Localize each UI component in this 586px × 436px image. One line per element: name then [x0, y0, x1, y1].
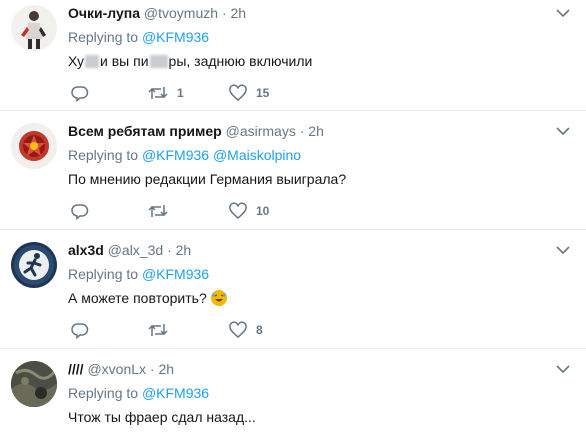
- separator-dot: ·: [299, 123, 305, 139]
- chevron-down-icon[interactable]: [556, 364, 570, 374]
- avatar[interactable]: [11, 242, 57, 288]
- user-handle[interactable]: @tvoymuzh: [144, 5, 218, 21]
- retweet-button[interactable]: 1: [148, 84, 184, 102]
- reply-icon: [71, 204, 89, 220]
- tweet-text: Ху и вы пи ры, заднюю включили: [68, 53, 313, 69]
- separator-dot: ·: [221, 5, 227, 21]
- tweet-text: А можете повторить?: [68, 289, 227, 307]
- reply-button[interactable]: [71, 84, 89, 102]
- reply-icon: [71, 86, 89, 102]
- display-name[interactable]: alx3d: [68, 242, 104, 258]
- chevron-down-icon[interactable]: [556, 8, 570, 18]
- timestamp[interactable]: 2h: [158, 361, 174, 377]
- heart-icon: [229, 202, 247, 219]
- tweet-actions: 1 15: [68, 84, 368, 104]
- tweet-2[interactable]: Всем ребятам пример @asirmays · 2h Reply…: [0, 111, 586, 230]
- chevron-down-icon[interactable]: [556, 126, 570, 136]
- mention-link[interactable]: @KFM936: [142, 266, 209, 282]
- avatar[interactable]: [11, 5, 57, 51]
- tweet-3[interactable]: alx3d @alx_3d · 2h Replying to @KFM936 А…: [0, 230, 586, 349]
- avatar[interactable]: [11, 123, 57, 169]
- timestamp[interactable]: 2h: [231, 5, 247, 21]
- censor-blur: [85, 55, 100, 68]
- reply-icon: [71, 323, 89, 339]
- timestamp[interactable]: 2h: [308, 123, 324, 139]
- censor-blur: [149, 55, 168, 68]
- retweet-button[interactable]: [148, 321, 168, 339]
- user-handle[interactable]: @asirmays: [226, 123, 296, 139]
- replying-to: Replying to @KFM936: [68, 385, 210, 401]
- timestamp[interactable]: 2h: [176, 242, 192, 258]
- display-name[interactable]: ////: [68, 361, 84, 377]
- mention-link[interactable]: @Maiskolpino: [213, 147, 301, 163]
- like-count: 8: [256, 323, 263, 337]
- heart-icon: [229, 84, 247, 101]
- replying-to: Replying to @KFM936: [68, 29, 210, 45]
- retweet-count: 1: [177, 86, 184, 100]
- like-button[interactable]: 15: [229, 84, 269, 102]
- separator-dot: ·: [149, 361, 155, 377]
- replying-to: Replying to @KFM936 @Maiskolpino: [68, 147, 302, 163]
- retweet-icon: [148, 87, 168, 99]
- like-button[interactable]: 8: [229, 321, 263, 339]
- tweet-actions: 10: [68, 202, 368, 222]
- tweet-text: Чтож ты фраер сдал назад...: [68, 409, 256, 425]
- like-count: 10: [256, 204, 270, 218]
- like-count: 15: [256, 86, 270, 100]
- rolling-laughing-emoji-icon: [210, 290, 227, 306]
- tweet-actions: 8: [68, 321, 368, 341]
- tweet-1[interactable]: Очки-лупа @tvoymuzh · 2h Replying to @KF…: [0, 0, 586, 111]
- retweet-icon: [148, 205, 168, 217]
- avatar[interactable]: [11, 361, 57, 407]
- mention-link[interactable]: @KFM936: [142, 147, 209, 163]
- replying-to: Replying to @KFM936: [68, 266, 210, 282]
- mention-link[interactable]: @KFM936: [142, 29, 209, 45]
- reply-button[interactable]: [71, 202, 89, 220]
- retweet-icon: [148, 324, 168, 336]
- mention-link[interactable]: @KFM936: [142, 385, 209, 401]
- tweet-4[interactable]: //// @xvonLx · 2h Replying to @KFM936 Чт…: [0, 349, 586, 436]
- separator-dot: ·: [167, 242, 172, 258]
- tweet-text: По мнению редакции Германия выиграла?: [68, 171, 347, 187]
- user-handle[interactable]: @alx_3d: [108, 242, 163, 258]
- chevron-down-icon[interactable]: [556, 245, 570, 255]
- display-name[interactable]: Очки-лупа: [68, 5, 140, 21]
- display-name[interactable]: Всем ребятам пример: [68, 123, 222, 139]
- retweet-button[interactable]: [148, 202, 168, 220]
- reply-button[interactable]: [71, 321, 89, 339]
- like-button[interactable]: 10: [229, 202, 269, 220]
- heart-icon: [229, 321, 247, 338]
- user-handle[interactable]: @xvonLx: [87, 361, 146, 377]
